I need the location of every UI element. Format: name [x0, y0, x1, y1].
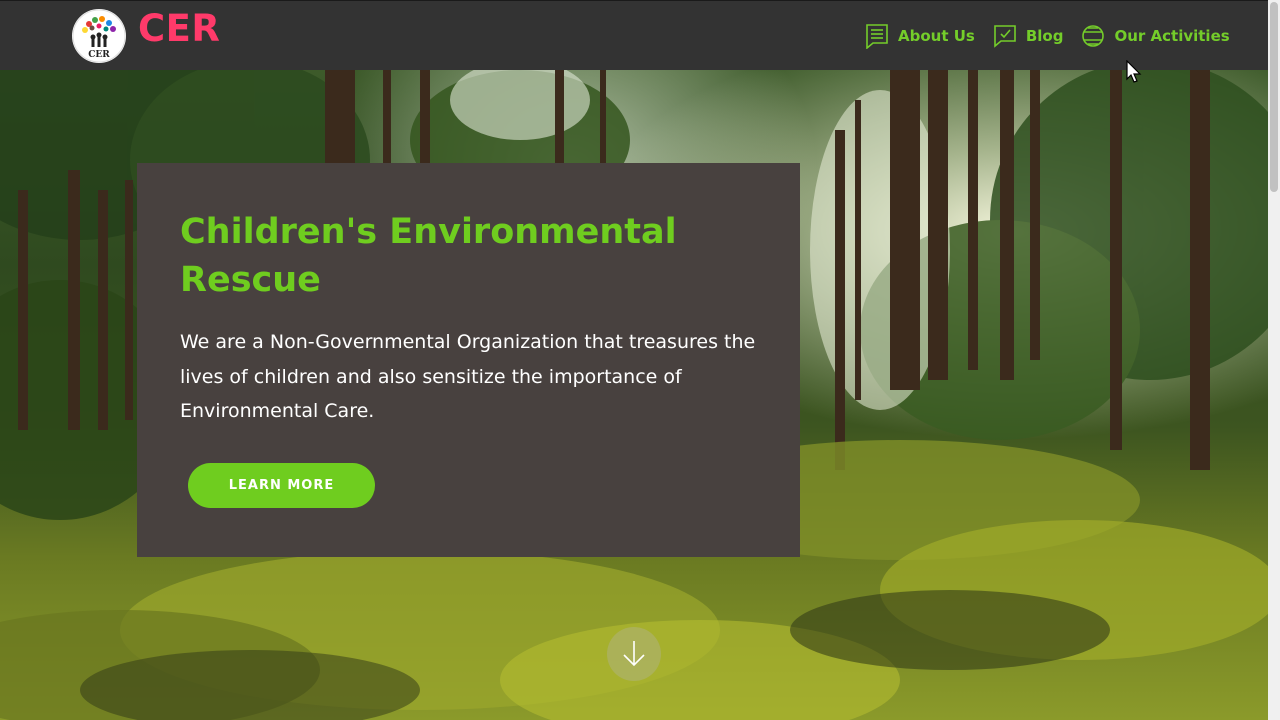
logo-icon: CER [72, 9, 126, 63]
nav-blog[interactable]: Blog [993, 23, 1064, 49]
nav-our-activities[interactable]: Our Activities [1081, 23, 1230, 49]
nav-about-us-label: About Us [898, 27, 975, 45]
hero-description: We are a Non-Governmental Organization t… [180, 331, 756, 422]
logo[interactable]: CER [72, 9, 126, 63]
main-nav: About Us Blog Our Activities [865, 22, 1248, 50]
document-icon [865, 23, 889, 49]
chat-check-icon [993, 23, 1017, 49]
site-header: CER CER About Us Blog Our Activities [0, 0, 1268, 70]
learn-more-button[interactable]: LEARN MORE [188, 463, 375, 508]
nav-about-us[interactable]: About Us [865, 23, 975, 49]
svg-text:CER: CER [88, 50, 110, 60]
hero-title: Children's Environmental Rescue [180, 212, 677, 300]
scrollbar-thumb[interactable] [1270, 2, 1278, 192]
brand-name[interactable]: CER [138, 7, 220, 50]
hero-card: Children's Environmental Rescue We are a… [137, 163, 800, 557]
nav-blog-label: Blog [1025, 27, 1064, 45]
mouse-cursor-icon [1126, 60, 1142, 83]
globe-icon [1081, 23, 1105, 49]
arrow-down-icon [623, 641, 645, 667]
nav-our-activities-label: Our Activities [1114, 27, 1230, 45]
page-scrollbar[interactable] [1268, 0, 1280, 720]
scroll-down-button[interactable] [607, 627, 661, 681]
